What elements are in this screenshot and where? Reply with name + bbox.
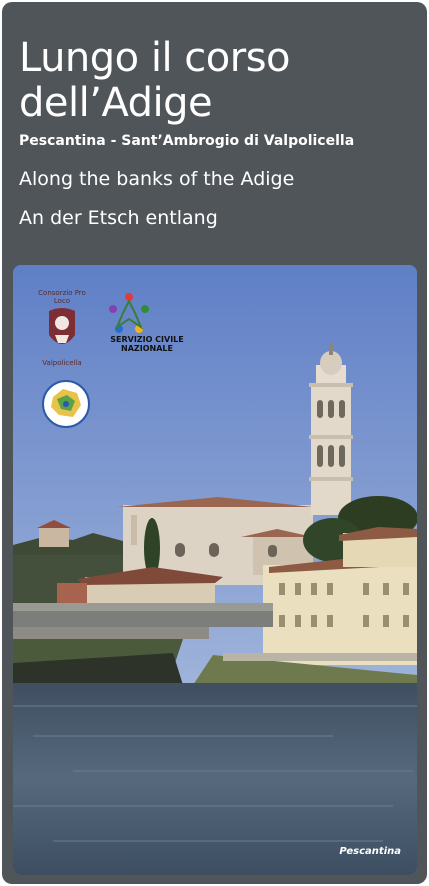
servizio-line-1: SERVIZIO CIVILE xyxy=(110,335,184,344)
cover-title: Lungo il corso dell’Adige xyxy=(19,35,291,126)
proloco-top-label: Consorzio Pro Loco xyxy=(38,289,86,305)
title-line-1: Lungo il corso xyxy=(19,35,291,81)
proloco-bottom-label: Valpolicella xyxy=(42,359,82,367)
tagline-german: An der Etsch entlang xyxy=(19,207,218,229)
title-line-2: dell’Adige xyxy=(19,80,213,126)
proloco-logo: Consorzio Pro Loco Valpolicella xyxy=(29,289,95,367)
cover-photo: Consorzio Pro Loco Valpolicella SERVIZIO… xyxy=(13,265,417,875)
cover-subtitle: Pescantina - Sant’Ambrogio di Valpolicel… xyxy=(19,133,355,149)
brochure-cover: Lungo il corso dell’Adige Pescantina - S… xyxy=(2,2,427,884)
region-map-icon xyxy=(42,380,90,428)
tagline-english: Along the banks of the Adige xyxy=(19,168,295,190)
servizio-line-2: NAZIONALE xyxy=(121,344,173,353)
star-people-icon xyxy=(109,293,149,333)
servizio-civile-logo: SERVIZIO CIVILE NAZIONALE xyxy=(107,291,187,361)
proloco-crest-icon xyxy=(49,308,75,344)
photo-caption: Pescantina xyxy=(339,846,401,857)
unesco-map-logo xyxy=(41,379,91,429)
